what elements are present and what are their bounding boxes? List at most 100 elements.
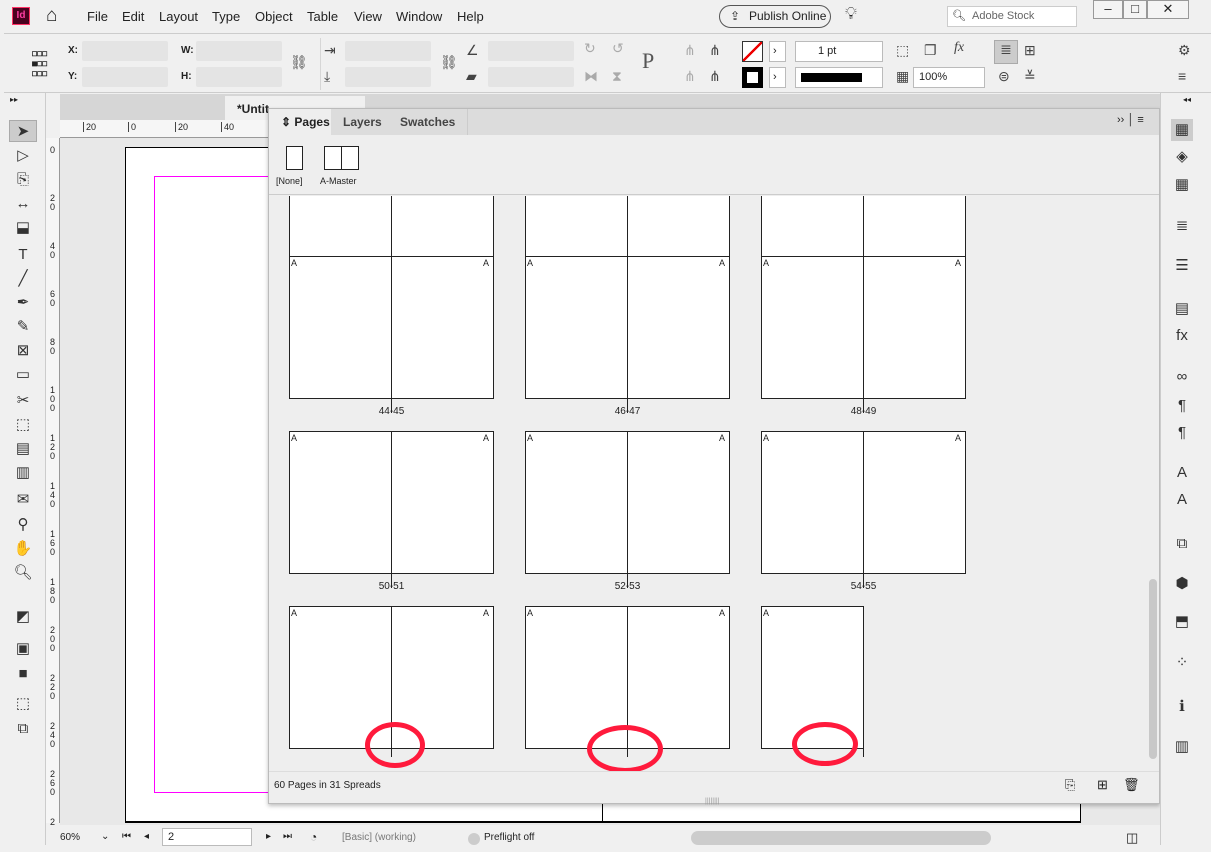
wrap-bounding-icon[interactable]: ⊞ — [1024, 42, 1036, 59]
rectangle-tool-icon[interactable]: ▭ — [9, 364, 37, 386]
paragraph-styles-panel-icon[interactable]: ¶ — [1171, 422, 1193, 444]
minimize-button[interactable]: – — [1093, 0, 1123, 19]
rotate-cw-icon[interactable]: ↻ — [584, 40, 596, 57]
select-next-icon[interactable]: ⋔ — [709, 68, 721, 85]
info-panel-icon[interactable]: ℹ — [1171, 696, 1193, 718]
scissors-tool-icon[interactable]: ✂ — [9, 390, 37, 412]
width-field[interactable] — [196, 41, 282, 61]
y-field[interactable] — [82, 67, 168, 87]
constrain-proportions-icon[interactable]: ⛓ — [290, 54, 308, 71]
shear-field[interactable] — [488, 67, 574, 87]
split-window-icon[interactable]: ◫ — [1126, 830, 1138, 846]
select-container-icon[interactable]: ⋔ — [684, 42, 696, 59]
stroke-type-select[interactable] — [795, 67, 883, 88]
profile-select[interactable]: [Basic] (working) — [342, 832, 416, 843]
panel-collapse-icon[interactable]: ›› │ ≡ — [1117, 114, 1144, 126]
page-tool-icon[interactable]: ⎘ — [9, 169, 37, 191]
edit-page-size-icon[interactable]: ⎘ — [1065, 777, 1075, 793]
stroke-menu-button[interactable]: › — [769, 67, 786, 88]
flip-horizontal-icon[interactable]: ⧓ — [584, 68, 598, 85]
menu-view[interactable]: View — [354, 9, 382, 24]
trash-icon[interactable]: 🗑︎ — [1123, 777, 1140, 793]
gap-tool-icon[interactable]: ↔ — [9, 193, 37, 215]
publish-online-button[interactable]: ⇪ Publish Online — [719, 5, 831, 28]
object-styles-panel-icon[interactable]: ⧉ — [1171, 533, 1193, 555]
eyedropper-tool-icon[interactable]: ⚲ — [9, 514, 37, 536]
menu-edit[interactable]: Edit — [122, 9, 144, 24]
vertical-ruler[interactable]: 0 2 0 4 0 6 0 8 0 1 0 0 1 2 0 1 4 0 1 6 0 1 8 0 2 … — [46, 138, 60, 845]
tab-layers[interactable]: Layers — [331, 109, 395, 135]
line-tool-icon[interactable]: ╱ — [9, 268, 37, 290]
dots-panel-icon[interactable]: ⁘ — [1171, 652, 1193, 674]
fill-swatch[interactable] — [742, 41, 763, 62]
view-mode-tool-icon[interactable]: ⬚ — [9, 693, 37, 715]
rectangle-frame-tool-icon[interactable]: ⊠ — [9, 340, 37, 362]
pen-tool-icon[interactable]: ✒ — [9, 292, 37, 314]
menu-table[interactable]: Table — [307, 9, 338, 24]
horizontal-scroll-thumb[interactable] — [691, 831, 991, 845]
tab-swatches[interactable]: Swatches — [388, 109, 469, 135]
rotation-field[interactable] — [488, 41, 574, 61]
lightbulb-icon[interactable]: 💡︎ — [845, 4, 857, 24]
gear-icon[interactable]: ⚙ — [1178, 42, 1191, 59]
spreads-area[interactable]: 38-3940-4142-43AA44-45AA46-47AA48-49AA50… — [269, 196, 1147, 771]
menu-window[interactable]: Window — [396, 9, 442, 24]
wrap-none-icon[interactable]: ≣ — [994, 40, 1018, 64]
wrap-shape-icon[interactable]: ⊜ — [998, 68, 1010, 85]
lines-panel-icon[interactable]: ☰ — [1171, 255, 1193, 277]
formatting-tool-icon[interactable]: ▣ — [9, 638, 37, 660]
menu-layout[interactable]: Layout — [159, 9, 198, 24]
reference-point-icon[interactable]: ▫▫▫ ▪▫▫ ▫▫▫ — [31, 44, 48, 84]
character-styles-panel-icon[interactable]: A — [1171, 489, 1193, 511]
constrain-scale-icon[interactable]: ⛓ — [440, 54, 458, 71]
screen-mode-tool-icon[interactable]: ⧉ — [9, 718, 37, 740]
stroke-panel-icon[interactable]: ≣ — [1171, 215, 1193, 237]
menu-file[interactable]: File — [87, 9, 108, 24]
drop-shadow-icon[interactable]: ❐ — [924, 42, 937, 59]
links-panel-icon[interactable]: ∞ — [1171, 366, 1193, 388]
menu-type[interactable]: Type — [212, 9, 240, 24]
fill-menu-button[interactable]: › — [769, 41, 786, 62]
type-tool-icon[interactable]: T — [9, 244, 37, 266]
pages-panel-icon[interactable]: ▦ — [1171, 119, 1193, 141]
page-number-field[interactable]: 2 — [162, 828, 252, 846]
adobe-stock-search[interactable]: 🔍︎ Adobe Stock — [947, 6, 1077, 27]
scrollbar-thumb[interactable] — [1149, 579, 1157, 759]
swatch-tool-icon[interactable]: ■ — [9, 663, 37, 685]
pencil-tool-icon[interactable]: ✎ — [9, 316, 37, 338]
effects-panel-icon[interactable]: fx — [1171, 325, 1193, 347]
swatches-grid-panel-icon[interactable]: ▦ — [1171, 174, 1193, 196]
resize-grip[interactable]: |||||||| — [705, 798, 720, 805]
zoom-select[interactable]: 60% — [60, 832, 80, 843]
stroke-swatch[interactable] — [742, 67, 763, 88]
next-page-icon[interactable]: ▸ — [266, 831, 271, 842]
master-none-thumb[interactable] — [286, 146, 303, 170]
zoom-chevron-icon[interactable]: ⌄ — [101, 831, 109, 842]
free-transform-tool-icon[interactable]: ⬚ — [9, 414, 37, 436]
expand-icon[interactable]: ◂◂ — [1183, 95, 1191, 104]
rotate-ccw-icon[interactable]: ↺ — [612, 40, 624, 57]
layers-panel-icon[interactable]: ◈ — [1171, 146, 1193, 168]
zoom-tool-icon[interactable]: 🔍︎ — [9, 562, 37, 584]
gradient-feather-tool-icon[interactable]: ▥ — [9, 462, 37, 484]
character-panel-icon[interactable]: A — [1171, 462, 1193, 484]
scale-x-field[interactable] — [345, 41, 431, 61]
preflight-menu[interactable]: Preflight off — [484, 832, 534, 843]
library-panel-icon[interactable]: ▥ — [1171, 736, 1193, 758]
effects-icon[interactable]: fx — [954, 40, 964, 56]
fill-stroke-tool-icon[interactable]: ◩ — [9, 606, 37, 628]
selection-tool-icon[interactable]: ➤ — [9, 120, 37, 142]
gradient-swatch-tool-icon[interactable]: ▤ — [9, 438, 37, 460]
height-field[interactable] — [196, 67, 282, 87]
new-page-icon[interactable]: ⊞ — [1097, 777, 1108, 793]
select-previous-icon[interactable]: ⋔ — [709, 42, 721, 59]
corner-options-icon[interactable]: ⬚ — [896, 42, 909, 59]
stroke-weight-field[interactable]: 1 pt — [795, 41, 883, 62]
scale-y-field[interactable] — [345, 67, 431, 87]
wrap-jump-icon[interactable]: ≚ — [1024, 68, 1036, 85]
cc-libraries-panel-icon[interactable]: ⬢ — [1171, 573, 1193, 595]
maximize-button[interactable]: □ — [1123, 0, 1147, 19]
prev-page-icon[interactable]: ◂ — [144, 831, 149, 842]
menu-help[interactable]: Help — [457, 9, 484, 24]
note-tool-icon[interactable]: ✉ — [9, 489, 37, 511]
